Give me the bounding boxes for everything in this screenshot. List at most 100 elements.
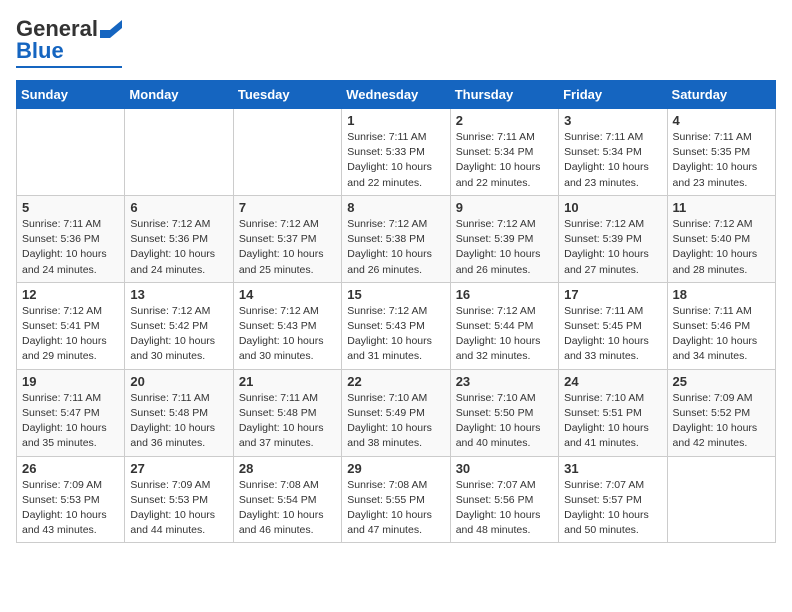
day-info: Sunrise: 7:12 AM Sunset: 5:42 PM Dayligh… <box>130 304 227 365</box>
logo-text-blue: Blue <box>16 38 64 64</box>
sunset-text: Sunset: 5:39 PM <box>564 233 642 245</box>
day-number: 21 <box>239 374 336 389</box>
daylight-text: Daylight: 10 hours and 31 minutes. <box>347 335 432 362</box>
calendar-cell: 10 Sunrise: 7:12 AM Sunset: 5:39 PM Dayl… <box>559 195 667 282</box>
calendar-cell <box>125 109 233 196</box>
sunrise-text: Sunrise: 7:11 AM <box>130 392 209 404</box>
page-header: General Blue <box>16 16 776 68</box>
day-info: Sunrise: 7:11 AM Sunset: 5:48 PM Dayligh… <box>130 391 227 452</box>
weekday-header-friday: Friday <box>559 81 667 109</box>
calendar-cell: 31 Sunrise: 7:07 AM Sunset: 5:57 PM Dayl… <box>559 456 667 543</box>
daylight-text: Daylight: 10 hours and 30 minutes. <box>130 335 215 362</box>
day-info: Sunrise: 7:08 AM Sunset: 5:54 PM Dayligh… <box>239 478 336 539</box>
day-info: Sunrise: 7:12 AM Sunset: 5:40 PM Dayligh… <box>673 217 770 278</box>
weekday-header-monday: Monday <box>125 81 233 109</box>
day-info: Sunrise: 7:12 AM Sunset: 5:39 PM Dayligh… <box>456 217 553 278</box>
sunrise-text: Sunrise: 7:10 AM <box>347 392 427 404</box>
daylight-text: Daylight: 10 hours and 34 minutes. <box>673 335 758 362</box>
sunrise-text: Sunrise: 7:08 AM <box>347 479 427 491</box>
day-number: 26 <box>22 461 119 476</box>
day-number: 11 <box>673 200 770 215</box>
daylight-text: Daylight: 10 hours and 30 minutes. <box>239 335 324 362</box>
daylight-text: Daylight: 10 hours and 22 minutes. <box>347 161 432 188</box>
sunrise-text: Sunrise: 7:11 AM <box>564 131 643 143</box>
daylight-text: Daylight: 10 hours and 27 minutes. <box>564 248 649 275</box>
day-info: Sunrise: 7:09 AM Sunset: 5:53 PM Dayligh… <box>22 478 119 539</box>
sunrise-text: Sunrise: 7:12 AM <box>456 218 536 230</box>
daylight-text: Daylight: 10 hours and 37 minutes. <box>239 422 324 449</box>
calendar-cell: 17 Sunrise: 7:11 AM Sunset: 5:45 PM Dayl… <box>559 282 667 369</box>
calendar-cell: 20 Sunrise: 7:11 AM Sunset: 5:48 PM Dayl… <box>125 369 233 456</box>
day-number: 18 <box>673 287 770 302</box>
calendar-week-5: 26 Sunrise: 7:09 AM Sunset: 5:53 PM Dayl… <box>17 456 776 543</box>
calendar-table: SundayMondayTuesdayWednesdayThursdayFrid… <box>16 80 776 543</box>
day-info: Sunrise: 7:10 AM Sunset: 5:50 PM Dayligh… <box>456 391 553 452</box>
sunrise-text: Sunrise: 7:09 AM <box>130 479 210 491</box>
daylight-text: Daylight: 10 hours and 25 minutes. <box>239 248 324 275</box>
calendar-cell: 11 Sunrise: 7:12 AM Sunset: 5:40 PM Dayl… <box>667 195 775 282</box>
sunrise-text: Sunrise: 7:09 AM <box>22 479 102 491</box>
day-info: Sunrise: 7:11 AM Sunset: 5:45 PM Dayligh… <box>564 304 661 365</box>
calendar-cell: 2 Sunrise: 7:11 AM Sunset: 5:34 PM Dayli… <box>450 109 558 196</box>
sunset-text: Sunset: 5:46 PM <box>673 320 751 332</box>
daylight-text: Daylight: 10 hours and 23 minutes. <box>564 161 649 188</box>
sunset-text: Sunset: 5:50 PM <box>456 407 534 419</box>
calendar-cell: 16 Sunrise: 7:12 AM Sunset: 5:44 PM Dayl… <box>450 282 558 369</box>
sunrise-text: Sunrise: 7:09 AM <box>673 392 753 404</box>
calendar-cell: 7 Sunrise: 7:12 AM Sunset: 5:37 PM Dayli… <box>233 195 341 282</box>
calendar-cell: 15 Sunrise: 7:12 AM Sunset: 5:43 PM Dayl… <box>342 282 450 369</box>
sunset-text: Sunset: 5:56 PM <box>456 494 534 506</box>
day-number: 27 <box>130 461 227 476</box>
day-number: 7 <box>239 200 336 215</box>
day-number: 29 <box>347 461 444 476</box>
daylight-text: Daylight: 10 hours and 42 minutes. <box>673 422 758 449</box>
sunrise-text: Sunrise: 7:07 AM <box>564 479 644 491</box>
calendar-cell: 12 Sunrise: 7:12 AM Sunset: 5:41 PM Dayl… <box>17 282 125 369</box>
day-number: 3 <box>564 113 661 128</box>
sunrise-text: Sunrise: 7:11 AM <box>239 392 318 404</box>
calendar-cell: 4 Sunrise: 7:11 AM Sunset: 5:35 PM Dayli… <box>667 109 775 196</box>
day-info: Sunrise: 7:12 AM Sunset: 5:43 PM Dayligh… <box>347 304 444 365</box>
sunset-text: Sunset: 5:41 PM <box>22 320 100 332</box>
day-number: 20 <box>130 374 227 389</box>
sunset-text: Sunset: 5:45 PM <box>564 320 642 332</box>
day-info: Sunrise: 7:12 AM Sunset: 5:38 PM Dayligh… <box>347 217 444 278</box>
sunrise-text: Sunrise: 7:12 AM <box>347 218 427 230</box>
sunset-text: Sunset: 5:33 PM <box>347 146 425 158</box>
sunset-text: Sunset: 5:51 PM <box>564 407 642 419</box>
sunrise-text: Sunrise: 7:11 AM <box>22 392 101 404</box>
calendar-week-2: 5 Sunrise: 7:11 AM Sunset: 5:36 PM Dayli… <box>17 195 776 282</box>
calendar-cell: 8 Sunrise: 7:12 AM Sunset: 5:38 PM Dayli… <box>342 195 450 282</box>
sunset-text: Sunset: 5:34 PM <box>456 146 534 158</box>
day-info: Sunrise: 7:08 AM Sunset: 5:55 PM Dayligh… <box>347 478 444 539</box>
daylight-text: Daylight: 10 hours and 48 minutes. <box>456 509 541 536</box>
day-number: 30 <box>456 461 553 476</box>
daylight-text: Daylight: 10 hours and 50 minutes. <box>564 509 649 536</box>
sunset-text: Sunset: 5:49 PM <box>347 407 425 419</box>
calendar-week-3: 12 Sunrise: 7:12 AM Sunset: 5:41 PM Dayl… <box>17 282 776 369</box>
sunset-text: Sunset: 5:53 PM <box>22 494 100 506</box>
day-info: Sunrise: 7:12 AM Sunset: 5:43 PM Dayligh… <box>239 304 336 365</box>
calendar-cell: 18 Sunrise: 7:11 AM Sunset: 5:46 PM Dayl… <box>667 282 775 369</box>
sunrise-text: Sunrise: 7:12 AM <box>22 305 102 317</box>
day-info: Sunrise: 7:12 AM Sunset: 5:36 PM Dayligh… <box>130 217 227 278</box>
day-info: Sunrise: 7:12 AM Sunset: 5:37 PM Dayligh… <box>239 217 336 278</box>
day-info: Sunrise: 7:11 AM Sunset: 5:34 PM Dayligh… <box>564 130 661 191</box>
day-number: 13 <box>130 287 227 302</box>
day-number: 9 <box>456 200 553 215</box>
sunrise-text: Sunrise: 7:12 AM <box>239 305 319 317</box>
calendar-cell: 14 Sunrise: 7:12 AM Sunset: 5:43 PM Dayl… <box>233 282 341 369</box>
sunset-text: Sunset: 5:42 PM <box>130 320 208 332</box>
day-info: Sunrise: 7:11 AM Sunset: 5:47 PM Dayligh… <box>22 391 119 452</box>
daylight-text: Daylight: 10 hours and 33 minutes. <box>564 335 649 362</box>
sunset-text: Sunset: 5:36 PM <box>130 233 208 245</box>
sunset-text: Sunset: 5:52 PM <box>673 407 751 419</box>
sunset-text: Sunset: 5:43 PM <box>239 320 317 332</box>
calendar-cell: 25 Sunrise: 7:09 AM Sunset: 5:52 PM Dayl… <box>667 369 775 456</box>
sunrise-text: Sunrise: 7:11 AM <box>673 305 752 317</box>
calendar-cell <box>667 456 775 543</box>
calendar-cell: 1 Sunrise: 7:11 AM Sunset: 5:33 PM Dayli… <box>342 109 450 196</box>
daylight-text: Daylight: 10 hours and 35 minutes. <box>22 422 107 449</box>
day-number: 5 <box>22 200 119 215</box>
weekday-header-saturday: Saturday <box>667 81 775 109</box>
